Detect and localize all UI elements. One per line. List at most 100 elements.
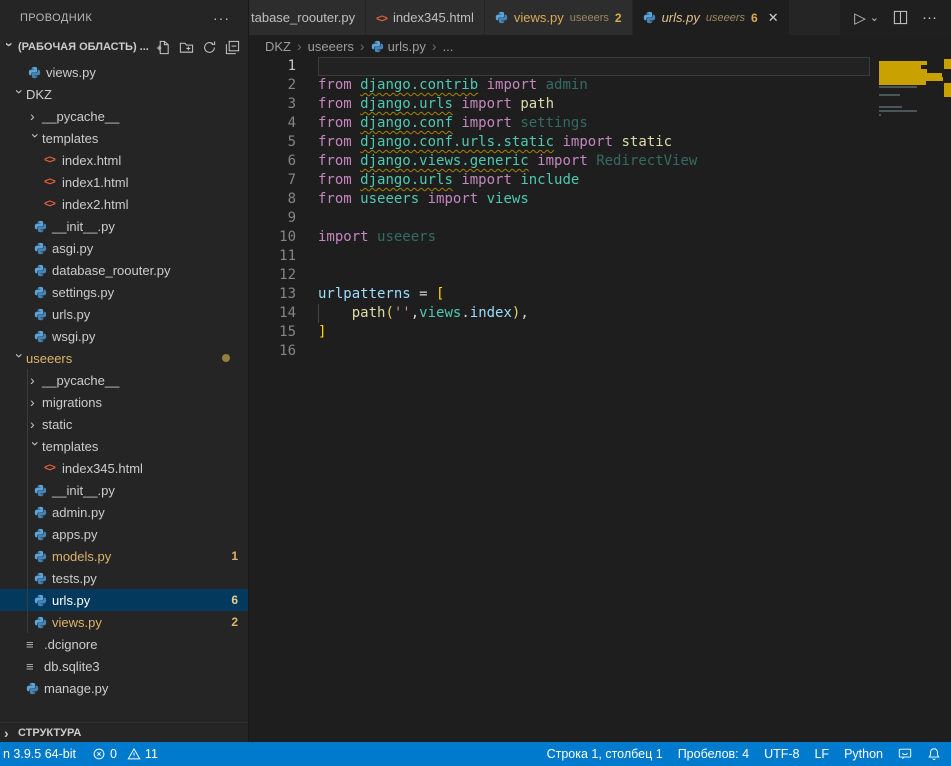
breadcrumb-item-...[interactable]: ... (443, 39, 454, 54)
workspace-section-header[interactable]: › (РАБОЧАЯ ОБЛАСТЬ) ... (0, 35, 248, 59)
line-number: 2 (249, 76, 296, 95)
line-number: 7 (249, 171, 296, 190)
indentation-status[interactable]: Пробелов: 4 (678, 747, 749, 761)
refresh-icon[interactable] (202, 40, 217, 55)
code-line-1: 1 (249, 57, 951, 76)
tab-index345.html[interactable]: <>index345.html (366, 0, 485, 35)
feedback-icon[interactable] (898, 747, 912, 761)
line-number: 1 (249, 57, 296, 76)
line-number: 10 (249, 228, 296, 247)
code-line-content: from django.contrib import admin (318, 76, 588, 95)
cursor-position-status[interactable]: Строка 1, столбец 1 (547, 747, 663, 761)
tree-item-migrations[interactable]: ›migrations (0, 391, 248, 413)
breadcrumb-label: urls.py (388, 39, 426, 54)
tab-views.py[interactable]: views.pyuseeers2 (485, 0, 633, 35)
tab-urls.py[interactable]: urls.pyuseeers6✕ (633, 0, 790, 35)
python-file-icon (34, 528, 52, 541)
tree-item-db.sqlite3[interactable]: ≡db.sqlite3 (0, 655, 248, 677)
new-folder-icon[interactable] (179, 40, 194, 55)
tree-item-index1.html[interactable]: <>index1.html (0, 171, 248, 193)
indent-guide (27, 369, 28, 391)
outline-section-header[interactable]: › СТРУКТУРА (0, 722, 248, 742)
tree-item-.dcignore[interactable]: ≡.dcignore (0, 633, 248, 655)
line-number: 8 (249, 190, 296, 209)
file-file-icon: ≡ (26, 637, 44, 652)
tree-item-index.html[interactable]: <>index.html (0, 149, 248, 171)
breadcrumb-item-urls.py[interactable]: urls.py (371, 39, 426, 54)
tab-bar: tabase_roouter.py<>index345.htmlviews.py… (249, 0, 951, 35)
problems-badge: 6 (231, 593, 238, 607)
tree-item-label: useeers (26, 351, 72, 366)
tree-item-views.py[interactable]: views.py (0, 61, 248, 83)
run-icon[interactable]: ▷ (854, 9, 866, 27)
split-editor-icon[interactable] (893, 10, 908, 25)
tree-item--pycache-[interactable]: ›__pycache__ (0, 369, 248, 391)
status-bar: n 3.9.5 64-bit 011 Строка 1, столбец 1 Пр… (0, 742, 951, 766)
chevron-down-icon: › (3, 42, 17, 54)
run-dropdown[interactable]: ⌄ (870, 11, 879, 24)
modified-dot-badge (222, 354, 230, 362)
tree-item-label: views.py (52, 615, 102, 630)
python-file-icon (34, 616, 52, 629)
tree-item-views.py[interactable]: views.py2 (0, 611, 248, 633)
tree-item-tests.py[interactable]: tests.py (0, 567, 248, 589)
explorer-title: ПРОВОДНИК (20, 12, 92, 24)
tree-item-wsgi.py[interactable]: wsgi.py (0, 325, 248, 347)
tree-item-models.py[interactable]: models.py1 (0, 545, 248, 567)
eol-status[interactable]: LF (814, 747, 829, 761)
tree-item-useeers[interactable]: ›useeers (0, 347, 248, 369)
tree-item-index345.html[interactable]: <>index345.html (0, 457, 248, 479)
breadcrumb-item-DKZ[interactable]: DKZ (265, 39, 291, 54)
language-mode-status[interactable]: Python (844, 747, 883, 761)
tree-item--pycache-[interactable]: ›__pycache__ (0, 105, 248, 127)
problems-status[interactable]: 011 (92, 747, 158, 761)
minimap[interactable] (877, 57, 943, 742)
encoding-status[interactable]: UTF-8 (764, 747, 799, 761)
python-file-icon (34, 484, 52, 497)
line-number: 16 (249, 342, 296, 361)
code-editor[interactable]: 12from django.contrib import admin3from … (249, 57, 951, 742)
explorer-sidebar: ПРОВОДНИК ··· › (РАБОЧАЯ ОБЛАСТЬ) ... vi… (0, 0, 249, 742)
tree-item--init-.py[interactable]: __init__.py (0, 215, 248, 237)
tree-item-urls.py[interactable]: urls.py6 (0, 589, 248, 611)
tree-item-urls.py[interactable]: urls.py (0, 303, 248, 325)
code-line-content: from useeers import views (318, 190, 529, 209)
code-line-13: 13urlpatterns = [ (249, 285, 951, 304)
editor-group: tabase_roouter.py<>index345.htmlviews.py… (249, 0, 951, 742)
tree-item-manage.py[interactable]: manage.py (0, 677, 248, 699)
overview-ruler[interactable] (944, 57, 951, 742)
close-icon[interactable]: ✕ (768, 10, 779, 26)
tree-item-asgi.py[interactable]: asgi.py (0, 237, 248, 259)
python-interpreter-status[interactable]: n 3.9.5 64-bit (3, 747, 76, 761)
line-number: 5 (249, 133, 296, 152)
tree-item-templates[interactable]: ›templates (0, 435, 248, 457)
explorer-more-icon[interactable]: ··· (213, 10, 230, 26)
tree-item--init-.py[interactable]: __init__.py (0, 479, 248, 501)
code-lines: 12from django.contrib import admin3from … (249, 57, 951, 361)
html-file-icon: <> (44, 462, 62, 474)
code-line-content: ] (318, 323, 326, 342)
tree-item-label: asgi.py (52, 241, 93, 256)
breadcrumb-separator: › (432, 38, 437, 54)
tab-tabase-roouter.py[interactable]: tabase_roouter.py (249, 0, 366, 35)
chevron-right-icon: › (30, 373, 42, 387)
tree-item-static[interactable]: ›static (0, 413, 248, 435)
tree-item-index2.html[interactable]: <>index2.html (0, 193, 248, 215)
chevron-down-icon: › (29, 441, 43, 453)
bell-icon[interactable] (927, 747, 941, 761)
tree-item-settings.py[interactable]: settings.py (0, 281, 248, 303)
tree-item-database-roouter.py[interactable]: database_roouter.py (0, 259, 248, 281)
tree-item-apps.py[interactable]: apps.py (0, 523, 248, 545)
indent-guide (27, 501, 28, 523)
code-line-11: 11 (249, 247, 951, 266)
tree-item-DKZ[interactable]: ›DKZ (0, 83, 248, 105)
collapse-all-icon[interactable] (225, 40, 240, 55)
python-file-icon (34, 286, 52, 299)
tree-item-templates[interactable]: ›templates (0, 127, 248, 149)
tree-item-label: manage.py (44, 681, 108, 696)
tree-item-admin.py[interactable]: admin.py (0, 501, 248, 523)
indent-guide (27, 391, 28, 413)
more-actions-icon[interactable]: ··· (922, 9, 937, 26)
new-file-icon[interactable] (156, 40, 171, 55)
breadcrumb-item-useeers[interactable]: useeers (308, 39, 354, 54)
